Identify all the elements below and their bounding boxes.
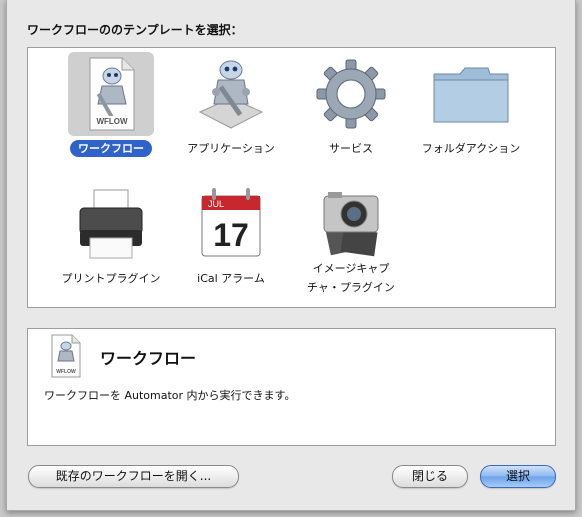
template-print-plugin[interactable]: プリントプラグイン (51, 182, 171, 287)
description-panel: WFLOW ワークフロー ワークフローを Automator 内から実行できます… (27, 328, 556, 446)
template-image-capture-plugin[interactable]: イメージキャプ チャ・プラグイン (291, 182, 411, 296)
template-label: サービス (329, 142, 373, 155)
calendar-month: JUL (208, 199, 224, 209)
dialog-prompt: ワークフローののテンプレートを選択： (27, 23, 243, 37)
template-workflow[interactable]: WFLOW ワークフロー (51, 52, 171, 157)
calendar-day: 17 (213, 217, 249, 253)
template-chooser-dialog: ワークフローののテンプレートを選択： WFLOW ワークフロー アプリケーション… (6, 0, 576, 511)
choose-button[interactable]: 選択 (480, 465, 556, 488)
template-label: プリントプラグイン (61, 272, 161, 285)
description-text: ワークフローを Automator 内から実行できます。 (44, 389, 296, 402)
template-label: フォルダアクション (421, 142, 521, 155)
folder-icon (433, 67, 509, 123)
automator-robot-icon (198, 60, 264, 129)
template-service[interactable]: サービス (291, 52, 411, 157)
gear-icon (316, 59, 386, 129)
template-ical-alarm[interactable]: JUL 17 iCal アラーム (171, 182, 291, 287)
ical-calendar-icon: JUL 17 (201, 188, 261, 257)
template-label: ワークフロー (70, 140, 152, 157)
template-label: iCal アラーム (197, 272, 265, 285)
description-title: ワークフロー (100, 349, 197, 368)
workflow-badge: WFLOW (96, 117, 128, 126)
template-grid: WFLOW ワークフロー アプリケーション サービス フォルダアクション プリン… (27, 47, 556, 308)
workflow-document-icon: WFLOW (89, 57, 135, 131)
template-folder-action[interactable]: フォルダアクション (411, 52, 531, 157)
template-label-line1: イメージキャプ (312, 262, 390, 275)
template-label: アプリケーション (187, 142, 275, 155)
close-button[interactable]: 閉じる (392, 465, 468, 488)
template-application[interactable]: アプリケーション (171, 52, 291, 157)
template-label-line2: チャ・プラグイン (307, 281, 395, 294)
open-existing-workflow-button[interactable]: 既存のワークフローを開く... (28, 465, 239, 488)
camera-icon (323, 192, 379, 257)
printer-icon (79, 189, 143, 259)
workflow-badge: WFLOW (56, 369, 76, 375)
workflow-document-icon: WFLOW (51, 334, 81, 378)
